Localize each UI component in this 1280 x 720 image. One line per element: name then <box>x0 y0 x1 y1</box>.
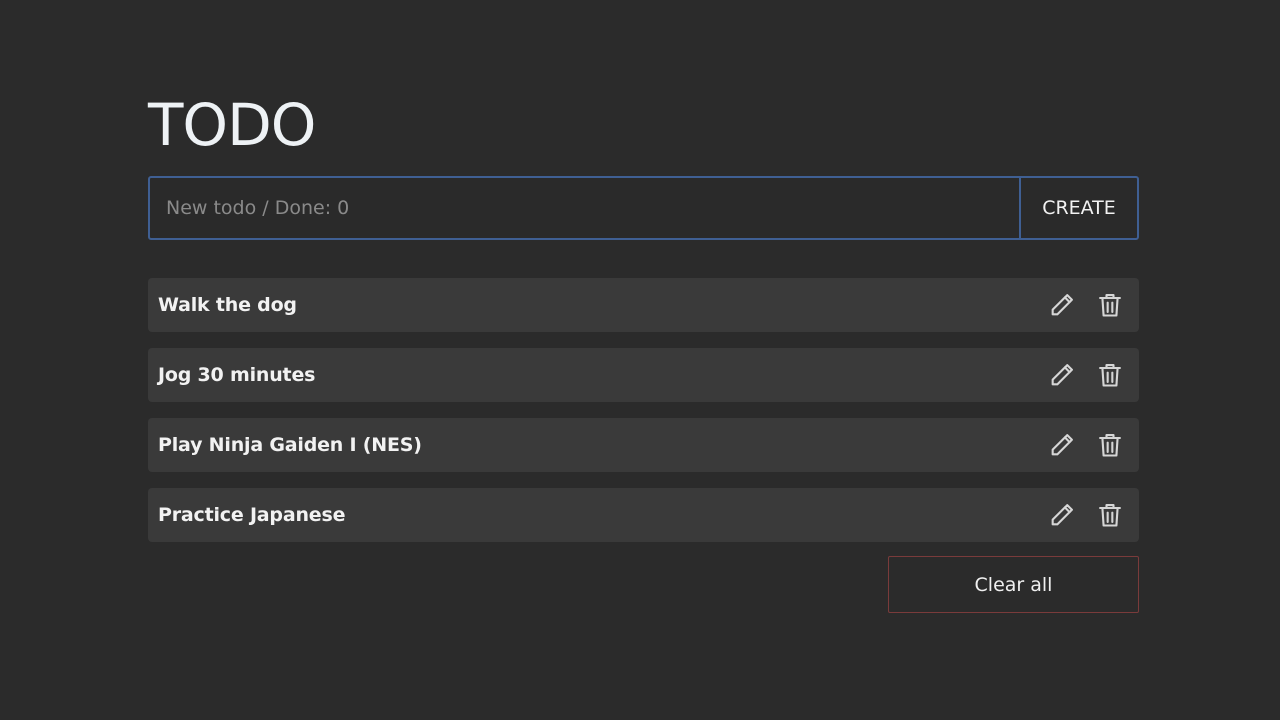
pencil-icon[interactable] <box>1045 428 1079 462</box>
todo-text: Walk the dog <box>158 294 297 316</box>
todo-item[interactable]: Practice Japanese <box>148 488 1139 542</box>
todo-text: Practice Japanese <box>158 504 346 526</box>
create-button[interactable]: CREATE <box>1019 178 1137 238</box>
trash-icon[interactable] <box>1093 428 1127 462</box>
new-todo-input[interactable] <box>150 178 1019 238</box>
trash-icon[interactable] <box>1093 498 1127 532</box>
todo-text: Jog 30 minutes <box>158 364 316 386</box>
todo-item[interactable]: Walk the dog <box>148 278 1139 332</box>
footer: Clear all <box>148 556 1139 613</box>
todo-item[interactable]: Play Ninja Gaiden I (NES) <box>148 418 1139 472</box>
todo-app: TODO CREATE Walk the dog Jog 30 minutes … <box>148 92 1139 613</box>
create-form: CREATE <box>148 176 1139 240</box>
pencil-icon[interactable] <box>1045 498 1079 532</box>
trash-icon[interactable] <box>1093 358 1127 392</box>
trash-icon[interactable] <box>1093 288 1127 322</box>
clear-all-button[interactable]: Clear all <box>888 556 1139 613</box>
todo-list: Walk the dog Jog 30 minutes Play Ninja G… <box>148 278 1139 542</box>
todo-item[interactable]: Jog 30 minutes <box>148 348 1139 402</box>
pencil-icon[interactable] <box>1045 288 1079 322</box>
pencil-icon[interactable] <box>1045 358 1079 392</box>
todo-text: Play Ninja Gaiden I (NES) <box>158 434 422 456</box>
page-title: TODO <box>148 91 316 159</box>
